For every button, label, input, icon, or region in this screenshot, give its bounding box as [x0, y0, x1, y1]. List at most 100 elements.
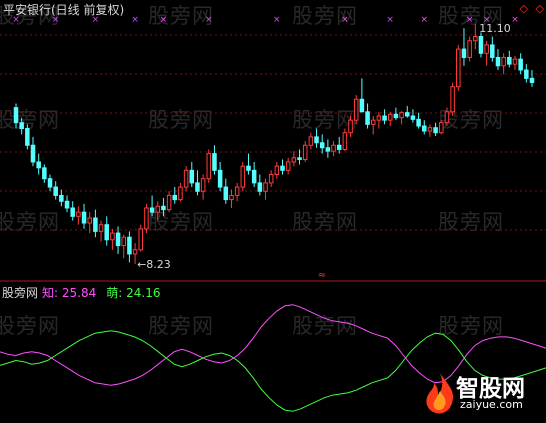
candle-body	[359, 98, 365, 113]
cross-marker: ×	[131, 15, 139, 25]
candle-body	[399, 112, 404, 119]
candle-body	[382, 115, 387, 121]
candle-body	[212, 153, 217, 171]
candle-body	[166, 194, 172, 211]
cross-marker: ×	[421, 15, 429, 25]
candle-body	[36, 161, 41, 169]
candle-body	[64, 200, 70, 209]
candle-body	[229, 194, 234, 201]
candle-body	[484, 44, 489, 54]
cross-marker: ×	[511, 15, 519, 25]
candle-body	[393, 113, 399, 119]
candle-body	[195, 182, 200, 192]
candle-body	[234, 186, 240, 196]
candle-body	[331, 144, 336, 152]
candle-body	[42, 167, 47, 180]
candle-body	[512, 58, 518, 65]
flame-icon	[426, 373, 454, 414]
candle-body	[178, 186, 183, 201]
candle-body	[314, 136, 319, 144]
candle-body	[450, 86, 455, 113]
indicator-legend: 股旁网 知: 25.84 萌: 24.16	[2, 284, 160, 301]
candle-body	[410, 115, 416, 120]
candle-body	[302, 144, 308, 160]
candle-body	[183, 169, 189, 188]
legend-line2-label: 萌	[106, 286, 119, 300]
candle-body	[473, 36, 478, 42]
candle-body	[110, 232, 115, 241]
cross-marker: ×	[386, 15, 394, 25]
candle-body	[257, 182, 263, 192]
candle-body	[200, 178, 206, 192]
candle-body	[161, 205, 166, 211]
low-price-label: ←8.23	[137, 258, 171, 271]
candle-body	[495, 56, 501, 67]
cross-marker: ×	[273, 15, 281, 25]
candle-body	[93, 217, 98, 232]
candle-body	[518, 58, 523, 71]
candle-body	[427, 127, 433, 132]
candle-body	[348, 119, 353, 134]
candle-body	[342, 132, 348, 150]
candle-body	[507, 56, 512, 65]
cross-marker: ×	[341, 15, 349, 25]
candle-body	[297, 157, 302, 160]
candle-body	[370, 119, 376, 125]
candle-body	[127, 236, 132, 255]
candle-body	[274, 165, 280, 176]
legend-line1-value: 25.84	[61, 286, 97, 300]
candle-body	[25, 128, 30, 146]
candle-body	[81, 211, 87, 224]
candle-body	[387, 113, 393, 121]
candle-body	[30, 144, 36, 163]
candle-body	[285, 161, 291, 171]
candle-body	[319, 142, 325, 149]
candle-body	[376, 115, 382, 121]
candle-body	[240, 165, 246, 188]
candle-body	[422, 125, 427, 132]
site-logo: 智股网 zaiyue.com	[422, 369, 540, 419]
candle-body	[291, 157, 297, 163]
candle-body	[223, 186, 229, 201]
candle-body	[132, 249, 138, 255]
candle-body	[353, 98, 359, 121]
candle-body	[144, 207, 149, 230]
candle-body	[325, 147, 331, 152]
candle-body	[53, 186, 58, 196]
cross-marker: ×	[160, 15, 168, 25]
candle-body	[404, 112, 410, 117]
candlestick-chart-svg: × × × × × × × × × × × × ×≈ ←8.2311.10	[0, 15, 546, 412]
signal-marker: ≈	[318, 270, 326, 281]
cross-marker: ×	[466, 15, 474, 25]
candle-body	[461, 48, 467, 58]
candle-body	[365, 111, 370, 125]
chart-title: 平安银行(日线 前复权)	[3, 3, 125, 17]
legend-line2: 萌: 24.16	[106, 286, 161, 300]
candle-body	[19, 122, 24, 130]
candle-body	[138, 228, 144, 251]
cross-markers: × × × × × × × × × × × × ×≈	[12, 15, 519, 281]
candle-body	[104, 224, 109, 241]
candle-body	[87, 217, 92, 224]
candle-body	[189, 169, 195, 184]
candle-body	[501, 56, 506, 67]
candle-body	[467, 40, 472, 58]
grid-lines	[0, 34, 546, 282]
candle-body	[59, 194, 64, 202]
candle-body	[70, 207, 75, 217]
candle-body	[268, 174, 274, 184]
candle-body	[336, 144, 342, 150]
candle-body	[524, 69, 529, 79]
candle-body	[444, 111, 450, 124]
legend-line1: 知: 25.84	[42, 286, 97, 300]
candle-body	[13, 107, 19, 124]
candle-body	[115, 232, 121, 247]
logo-url: zaiyue.com	[460, 398, 523, 411]
candle-body	[439, 122, 444, 134]
candle-body	[98, 224, 104, 232]
candle-body	[433, 127, 438, 134]
candle-body	[251, 169, 257, 184]
indicator-name: 股旁网	[2, 286, 39, 300]
candle-body	[456, 48, 461, 88]
candle-body	[149, 207, 155, 213]
